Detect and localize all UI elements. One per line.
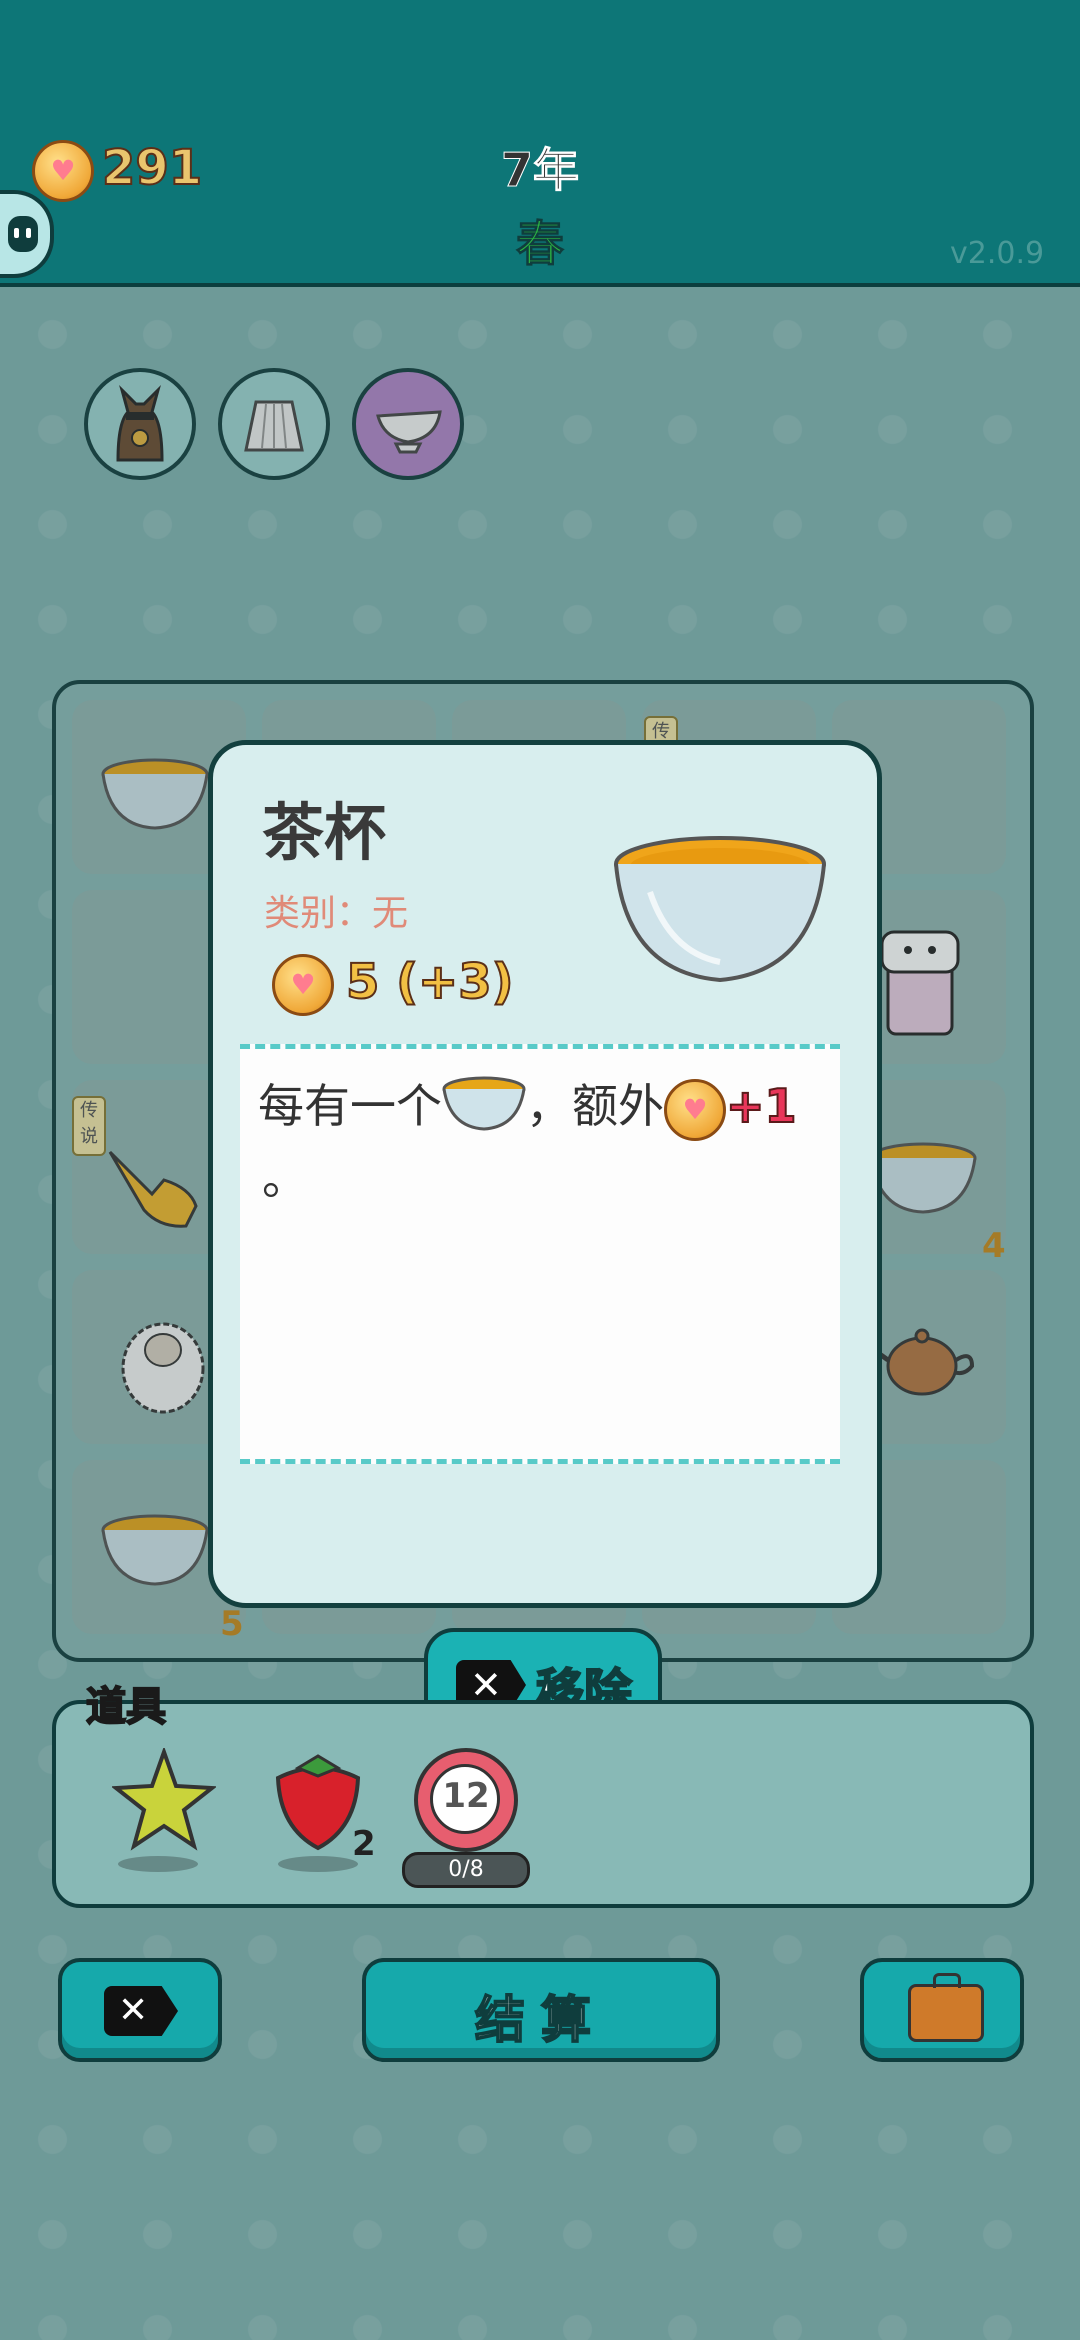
briefcase-icon [908,1973,984,2042]
items-panel-title: 道具 [85,1683,167,1731]
shadow [278,1856,358,1872]
teacup-icon [442,1075,526,1144]
item-title: 茶杯 [262,796,387,869]
description-end: 。 [262,1151,308,1205]
target-ticket-icon[interactable]: 12 [414,1748,518,1852]
coin-icon: ♥ [664,1078,726,1141]
item-description: 每有一个 ，额外 ♥ +1 [258,1070,798,1144]
year-label: 7年 [500,143,579,198]
item-value: 5 (+3) [345,953,515,1011]
season-label: 春 [515,216,564,273]
coin-icon [32,140,94,202]
shadow [118,1856,198,1872]
ticket-progress: 0/8 [402,1852,530,1888]
coin-icon [272,954,334,1016]
settle-button-label: 结算 [474,1990,607,2050]
strawberry-count: 2 [352,1824,376,1864]
description-text: 每有一个 [258,1079,442,1133]
close-icon: ✕ [104,1986,178,2036]
ticket-number: 12 [442,1776,490,1816]
inventory-button[interactable] [860,1958,1024,2062]
star-item[interactable] [110,1745,218,1856]
coin-count: 291 [101,139,203,197]
reroll-close-button[interactable]: ✕ [58,1958,222,2062]
version-label: v2.0.9 [950,236,1045,271]
description-text: ，额外 [526,1079,664,1133]
description-bonus: +1 [725,1078,798,1134]
settle-button[interactable]: 结算 [362,1958,720,2062]
teacup-large-icon [610,832,830,990]
item-category: 类别：无 [264,893,409,934]
